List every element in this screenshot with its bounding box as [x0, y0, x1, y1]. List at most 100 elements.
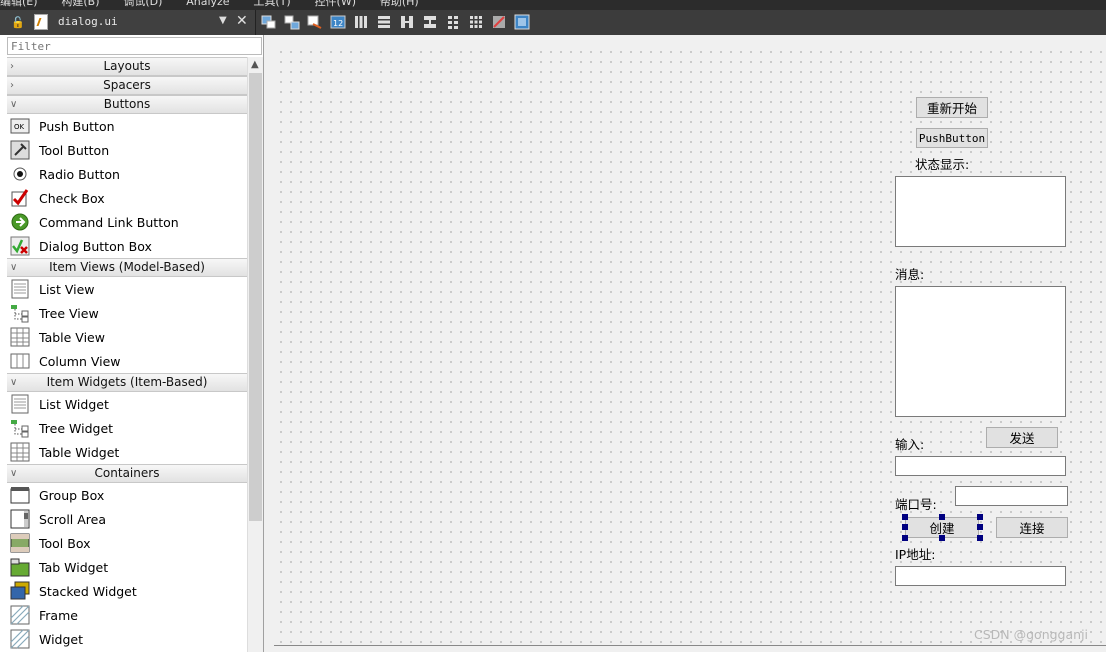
widget-item-label: Radio Button: [39, 166, 120, 182]
category-header[interactable]: › Layouts: [7, 57, 247, 76]
layout-horizontal-icon[interactable]: [352, 13, 370, 31]
ip-field[interactable]: [895, 566, 1066, 586]
chevron-down-icon[interactable]: ▼: [219, 15, 227, 26]
command-link-icon: [10, 212, 30, 232]
edit-tab-order-icon[interactable]: 12: [329, 13, 347, 31]
document-tab[interactable]: 🔓 dialog.ui ▼ ✕: [0, 10, 256, 35]
scroll-area-icon: [10, 509, 30, 529]
svg-text:12: 12: [333, 19, 343, 28]
ui-file-icon: [34, 14, 48, 30]
category-header[interactable]: ∨ Item Views (Model-Based): [7, 258, 247, 277]
widget-list-item[interactable]: OK Push Button: [7, 114, 247, 138]
widget-box-panel: › Layouts › Spacers ∨ Buttons OK Push Button Too…: [0, 35, 264, 652]
widget-list-item[interactable]: Stacked Widget: [7, 579, 247, 603]
widget-list-item[interactable]: Radio Button: [7, 162, 247, 186]
widget-item-label: Check Box: [39, 190, 105, 206]
widget-list-item[interactable]: Table Widget: [7, 440, 247, 464]
category-label: Buttons: [103, 97, 151, 111]
widget-list-item[interactable]: Dialog Button Box: [7, 234, 247, 258]
widget-list-item[interactable]: Tab Widget: [7, 555, 247, 579]
widget-list-item[interactable]: Tool Button: [7, 138, 247, 162]
send-button[interactable]: 发送: [986, 427, 1058, 448]
layout-splitter-h-icon[interactable]: [398, 13, 416, 31]
widget-list-item[interactable]: Check Box: [7, 186, 247, 210]
dialog-button-box-icon: [10, 236, 30, 256]
widget-list-item[interactable]: Table View: [7, 325, 247, 349]
widget-list-item[interactable]: List View: [7, 277, 247, 301]
scrollbar-thumb[interactable]: [249, 73, 262, 521]
radio-button-icon: [10, 164, 30, 184]
layout-splitter-v-icon[interactable]: [421, 13, 439, 31]
widget-list-item[interactable]: Tree View: [7, 301, 247, 325]
selection-handle[interactable]: [902, 535, 908, 541]
widget-icon: [10, 629, 30, 649]
selection-handle[interactable]: [977, 514, 983, 520]
list-view-icon: [10, 394, 30, 414]
break-layout-icon[interactable]: [490, 13, 508, 31]
widget-list-item[interactable]: Column View: [7, 349, 247, 373]
selection-handle[interactable]: [902, 514, 908, 520]
message-display[interactable]: [895, 286, 1066, 417]
table-view-icon: [10, 327, 30, 347]
category-header[interactable]: › Spacers: [7, 76, 247, 95]
frame-icon: [10, 605, 30, 625]
layout-form-icon[interactable]: [444, 13, 462, 31]
category-label: Layouts: [103, 59, 151, 73]
connect-button[interactable]: 连接: [996, 517, 1068, 538]
chevron-down-icon: ∨: [10, 262, 18, 273]
menu-tools[interactable]: 工具(T): [253, 0, 290, 8]
widget-list-item[interactable]: Tool Box: [7, 531, 247, 555]
selection-handle[interactable]: [939, 514, 945, 520]
menu-debug[interactable]: 调试(D): [123, 0, 162, 8]
widget-list-item[interactable]: Command Link Button: [7, 210, 247, 234]
menu-widgets[interactable]: 控件(W): [315, 0, 356, 8]
menu-help[interactable]: 帮助(H): [380, 0, 419, 8]
message-label: 消息:: [895, 267, 925, 282]
edit-signals-icon[interactable]: [283, 13, 301, 31]
edit-buddies-icon[interactable]: [306, 13, 324, 31]
port-field[interactable]: [955, 486, 1068, 506]
restart-button[interactable]: 重新开始: [916, 97, 988, 118]
widget-item-label: Tab Widget: [39, 559, 109, 575]
close-icon[interactable]: ✕: [236, 13, 248, 29]
category-header[interactable]: ∨ Buttons: [7, 95, 247, 114]
selection-handle[interactable]: [977, 535, 983, 541]
push-button[interactable]: PushButton: [916, 128, 988, 148]
category-header[interactable]: ∨ Item Widgets (Item-Based): [7, 373, 247, 392]
menu-build[interactable]: 构建(B): [61, 0, 99, 8]
widget-list-item[interactable]: Frame: [7, 603, 247, 627]
widget-item-label: Table View: [39, 329, 105, 345]
status-display[interactable]: [895, 176, 1066, 247]
widget-list-item[interactable]: Widget: [7, 627, 247, 651]
layout-grid-icon[interactable]: [467, 13, 485, 31]
lock-icon: 🔓: [11, 16, 25, 29]
menu-edit[interactable]: 编辑(E): [0, 0, 38, 8]
widget-list-item[interactable]: List Widget: [7, 392, 247, 416]
tab-widget-icon: [10, 557, 30, 577]
widget-item-label: Column View: [39, 353, 121, 369]
stacked-widget-icon: [10, 581, 30, 601]
selection-handle[interactable]: [902, 524, 908, 530]
layout-vertical-icon[interactable]: [375, 13, 393, 31]
form-canvas[interactable]: 重新开始 PushButton 状态显示: 消息: 输入: 发送 端口号: 创建…: [274, 45, 1106, 646]
chevron-right-icon: ›: [10, 61, 14, 72]
push-button-icon: OK: [10, 116, 30, 136]
category-header[interactable]: ∨ Containers: [7, 464, 247, 483]
selection-handle[interactable]: [977, 524, 983, 530]
list-view-icon: [10, 279, 30, 299]
widget-list: › Layouts › Spacers ∨ Buttons OK Push Button Too…: [7, 57, 247, 652]
filter-input[interactable]: [7, 37, 262, 55]
widget-list-scrollbar[interactable]: ▲: [247, 57, 263, 652]
check-box-icon: [10, 188, 30, 208]
widget-list-item[interactable]: Group Box: [7, 483, 247, 507]
adjust-size-icon[interactable]: [513, 13, 531, 31]
menu-analyze[interactable]: Analyze: [186, 0, 229, 8]
tree-view-icon: [10, 303, 30, 323]
widget-list-item[interactable]: Tree Widget: [7, 416, 247, 440]
chevron-up-icon[interactable]: ▲: [251, 59, 259, 70]
selection-handle[interactable]: [939, 535, 945, 541]
widget-list-item[interactable]: Scroll Area: [7, 507, 247, 531]
category-label: Item Views (Model-Based): [49, 260, 205, 274]
input-field[interactable]: [895, 456, 1066, 476]
edit-widgets-icon[interactable]: [260, 13, 278, 31]
